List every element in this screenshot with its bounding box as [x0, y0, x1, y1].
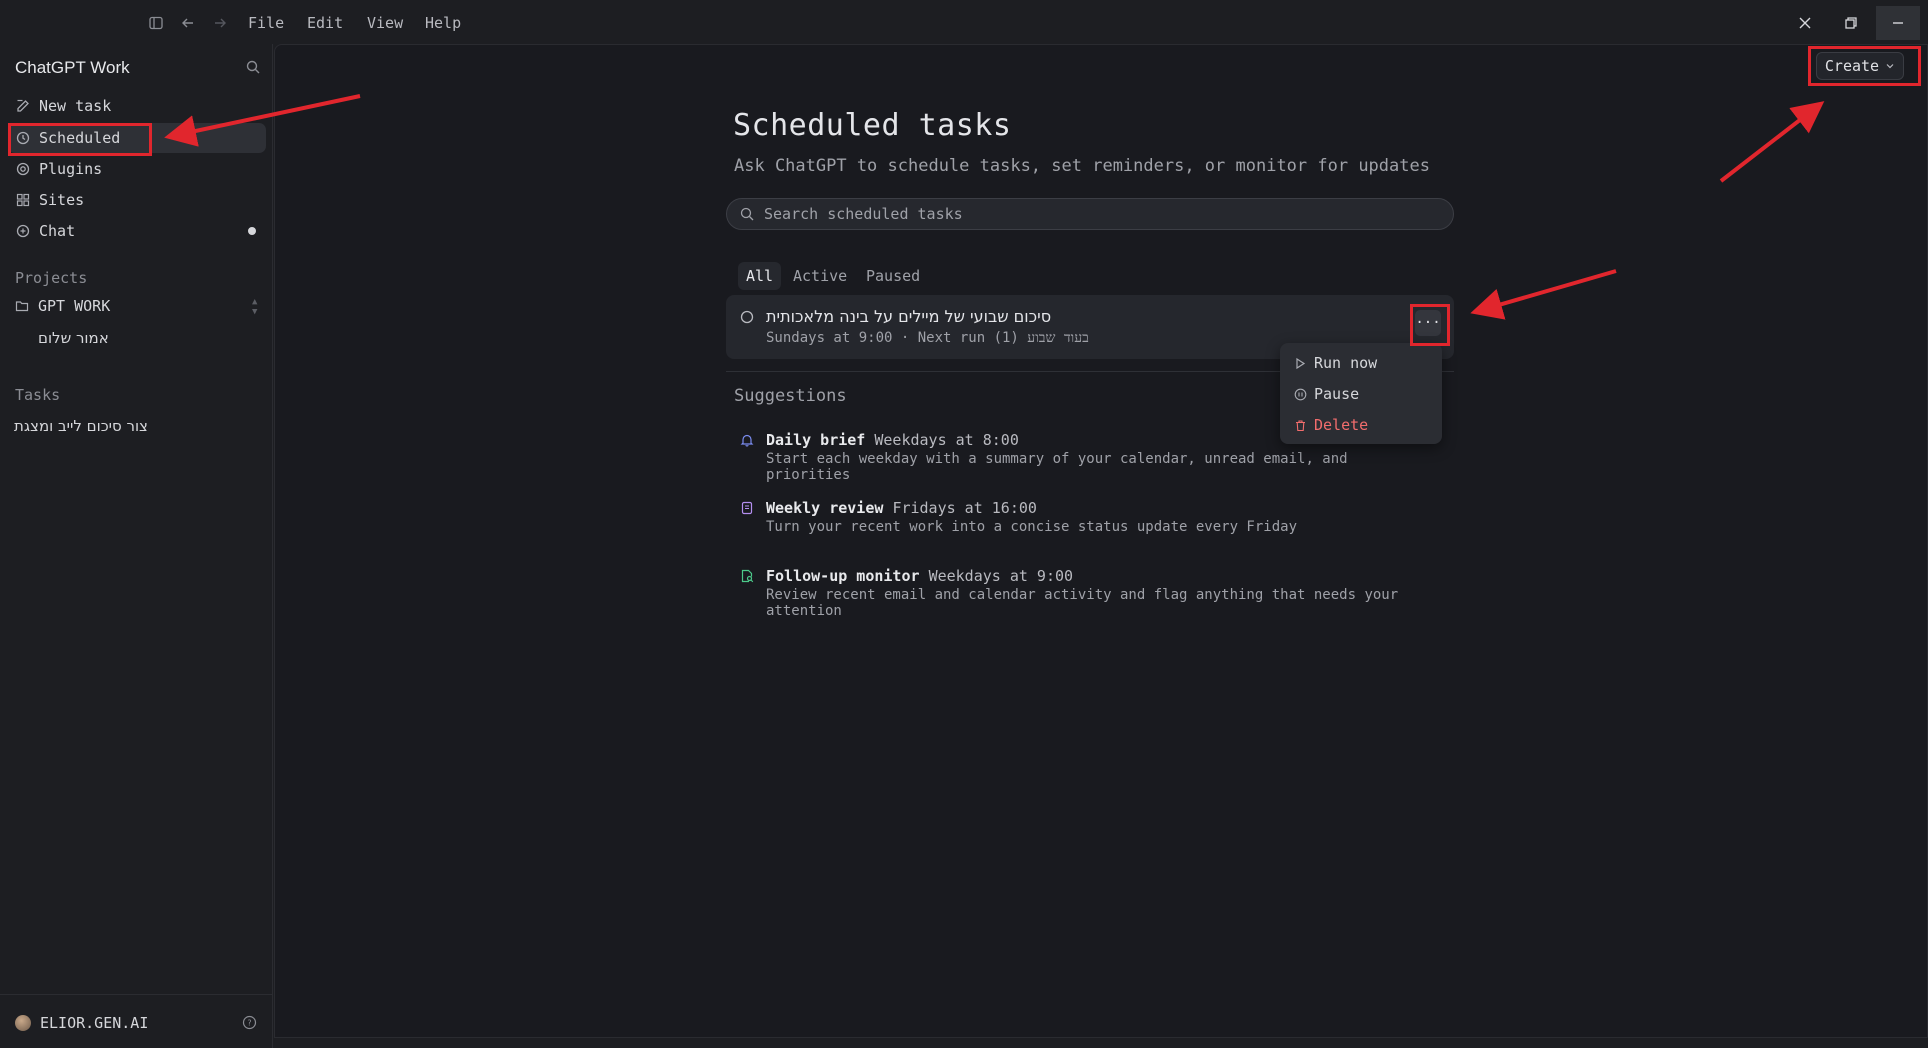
suggestion-follow-up-monitor[interactable]: Follow-up monitor Weekdays at 9:00 Revie… [740, 567, 1460, 623]
highlight-box-create [1808, 46, 1921, 86]
search-icon [740, 207, 754, 221]
task-options-menu: Run now Pause Delete [1280, 343, 1442, 444]
highlight-box-more-options [1410, 304, 1450, 346]
tab-paused[interactable]: Paused [858, 262, 928, 290]
highlight-box-scheduled [8, 123, 152, 156]
suggestion-title: Weekly review [766, 499, 884, 517]
suggestion-time: Weekdays at 9:00 [928, 567, 1074, 585]
sidebar-item-sites[interactable]: Sites [8, 185, 266, 215]
bell-icon [740, 434, 754, 447]
grid-icon [16, 193, 30, 207]
at-icon [16, 162, 30, 176]
status-circle-icon[interactable] [740, 310, 754, 324]
menu-file[interactable]: File [248, 14, 284, 32]
menu-item-pause[interactable]: Pause [1294, 384, 1359, 404]
restore-icon [1845, 17, 1857, 29]
close-window-button[interactable] [1783, 8, 1827, 38]
menu-item-delete[interactable]: Delete [1294, 415, 1368, 435]
sidebar-item-plugins[interactable]: Plugins [8, 154, 266, 184]
sidebar-item-label: New task [39, 97, 112, 115]
suggestion-title: Daily brief [766, 431, 866, 449]
main-panel [274, 44, 1928, 1038]
unread-dot [248, 227, 256, 235]
back-arrow-icon[interactable] [177, 12, 199, 34]
suggestion-time: Weekdays at 8:00 [874, 431, 1019, 449]
suggestion-time: Fridays at 16:00 [892, 499, 1037, 517]
collapse-arrows-icon[interactable]: ▲ ▼ [252, 297, 257, 317]
brand-title: ChatGPT Work [15, 58, 130, 77]
minimize-window-button[interactable] [1876, 6, 1920, 40]
document-icon [741, 501, 753, 515]
sidebar-item-new-task[interactable]: New task [8, 91, 266, 121]
suggestions-heading: Suggestions [734, 386, 847, 406]
page-subtitle: Ask ChatGPT to schedule tasks, set remin… [734, 156, 1430, 176]
chat-plus-icon [16, 224, 30, 238]
menu-help[interactable]: Help [425, 14, 461, 32]
trash-icon [1296, 419, 1305, 431]
pause-icon [1294, 388, 1307, 400]
suggestion-description: Turn your recent work into a concise sta… [766, 519, 1298, 535]
menu-edit[interactable]: Edit [307, 14, 343, 32]
minimize-icon [1893, 22, 1903, 24]
menu-item-label: Pause [1314, 385, 1360, 403]
projects-heading: Projects [15, 269, 88, 287]
avatar [15, 1015, 31, 1031]
menu-item-run-now[interactable]: Run now [1294, 353, 1377, 373]
tab-active[interactable]: Active [785, 262, 855, 290]
play-icon [1296, 357, 1306, 369]
menu-view[interactable]: View [367, 14, 403, 32]
search-input[interactable] [764, 205, 1444, 223]
sidebar: ChatGPT Work New task Scheduled Plugins … [0, 44, 273, 1048]
suggestion-description: Start each weekday with a summary of you… [766, 451, 1348, 483]
close-icon [1799, 17, 1811, 29]
help-icon[interactable]: ? [242, 1015, 257, 1030]
page-title: Scheduled tasks [733, 108, 1012, 143]
suggestion-weekly-review[interactable]: Weekly review Fridays at 16:00 Turn your… [740, 499, 1460, 539]
svg-text:?: ? [247, 1019, 251, 1028]
task-item[interactable]: צור סיכום לייב ומצגת [14, 417, 148, 435]
user-profile[interactable]: ELIOR.GEN.AI ? [0, 994, 272, 1048]
suggestion-description: Review recent email and calendar activit… [766, 587, 1399, 619]
sidebar-item-label: Sites [39, 191, 85, 209]
menu-item-label: Delete [1314, 416, 1369, 434]
forward-arrow-icon[interactable] [209, 12, 231, 34]
folder-icon [15, 299, 29, 313]
user-name: ELIOR.GEN.AI [40, 1014, 149, 1032]
suggestion-title: Follow-up monitor [766, 567, 920, 585]
tasks-heading: Tasks [15, 386, 61, 404]
edit-icon [17, 99, 29, 112]
title-bar: File Edit View Help [0, 0, 1928, 44]
task-title: סיכום שבועי של מיילים על בינה מלאכותית [766, 307, 1052, 326]
task-schedule: Sundays at 9:00 · Next run (1) בעוד שבוע [766, 330, 1089, 346]
restore-window-button[interactable] [1829, 8, 1873, 38]
search-bar[interactable] [726, 198, 1454, 230]
sidebar-item-chat[interactable]: Chat [8, 216, 266, 246]
menu-item-label: Run now [1314, 354, 1378, 372]
project-item[interactable]: אמור שלום [38, 329, 109, 347]
sidebar-toggle-icon[interactable] [145, 12, 167, 34]
search-icon[interactable] [246, 60, 260, 74]
tab-all[interactable]: All [738, 262, 782, 290]
sidebar-item-label: Plugins [39, 160, 103, 178]
project-gpt-work[interactable]: GPT WORK [38, 297, 110, 315]
sidebar-item-label: Chat [39, 222, 76, 240]
search-doc-icon [741, 569, 754, 583]
